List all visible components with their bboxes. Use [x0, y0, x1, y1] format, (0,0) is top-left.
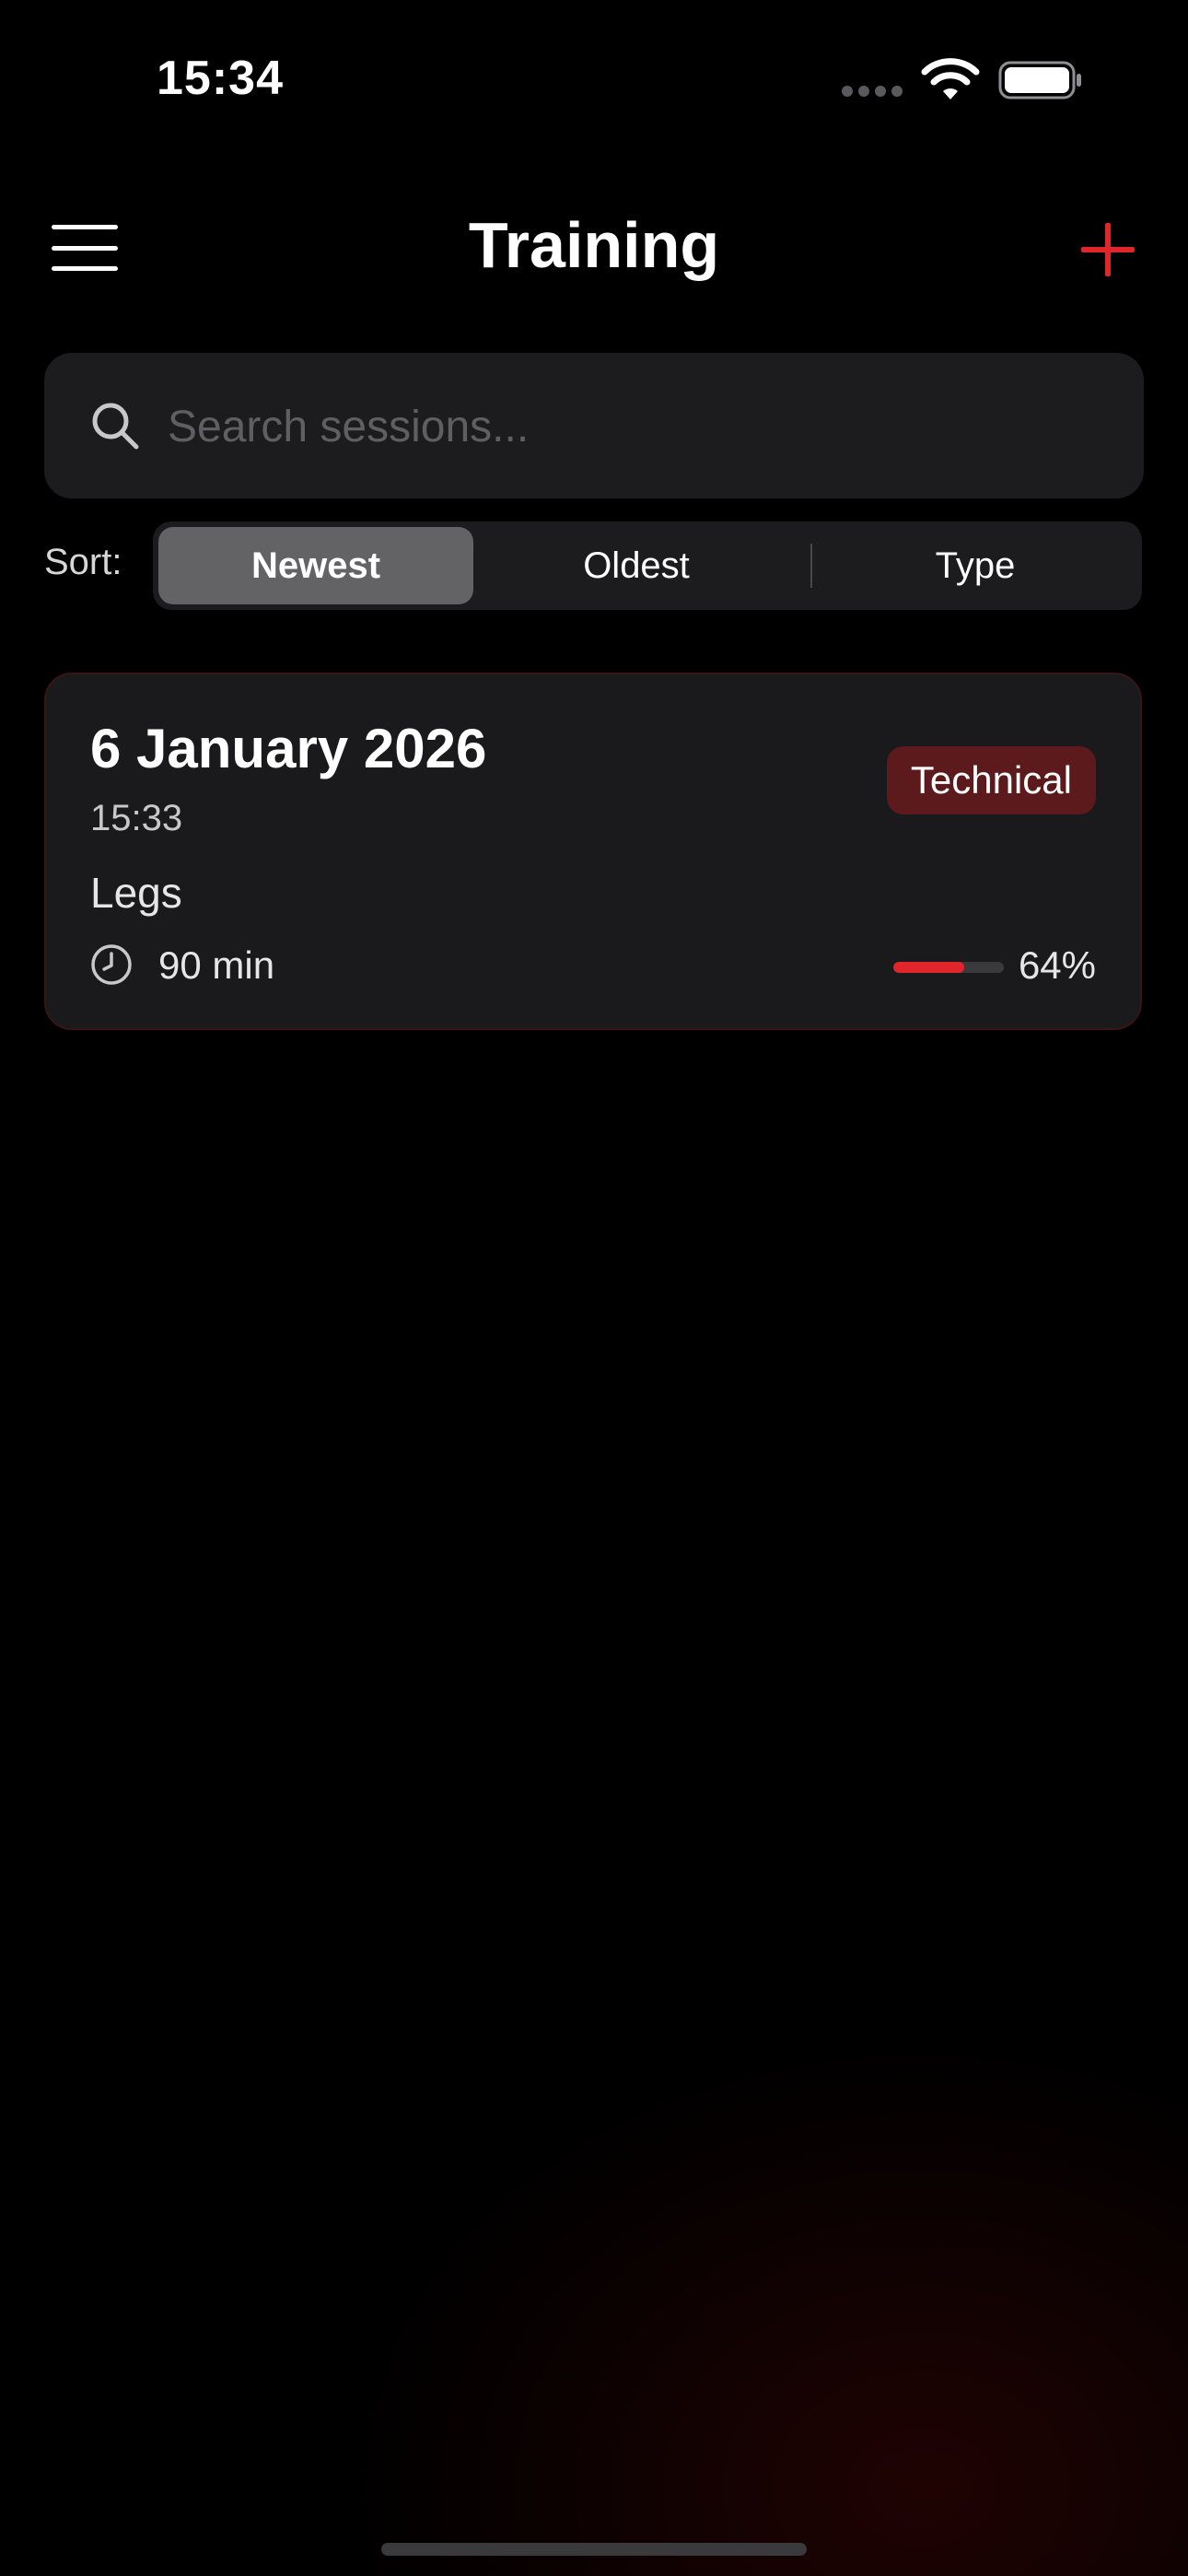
search-input[interactable] [166, 388, 1109, 465]
session-progress-bar [893, 962, 1004, 973]
session-type-badge: Technical [886, 746, 1096, 814]
page-title: Training [468, 209, 720, 281]
session-time: 15:33 [90, 798, 183, 838]
sort-option-type[interactable]: Type [814, 527, 1136, 604]
training-screen: 15:34 Training Sort: Newest Oldest [0, 0, 1188, 2576]
session-card[interactable]: 6 January 2026 15:33 Legs 90 min Technic… [44, 673, 1142, 1030]
wifi-icon [921, 58, 980, 100]
cellular-signal-icon [842, 86, 906, 99]
clock-icon [91, 944, 132, 985]
sort-option-newest[interactable]: Newest [158, 527, 473, 604]
session-duration: 90 min [158, 943, 275, 987]
sort-option-oldest[interactable]: Oldest [475, 527, 798, 604]
session-progress-percent: 64% [1018, 943, 1096, 987]
status-bar-time: 15:34 [157, 52, 284, 105]
sort-segmented-control: Newest Oldest Type [153, 521, 1142, 610]
session-focus: Legs [90, 869, 182, 917]
segment-divider [810, 544, 812, 588]
search-bar[interactable] [44, 353, 1144, 498]
session-progress-fill [893, 962, 964, 973]
sort-label: Sort: [44, 542, 122, 582]
session-date: 6 January 2026 [90, 718, 487, 779]
search-icon [92, 403, 139, 450]
add-session-button[interactable] [1079, 221, 1136, 278]
battery-icon [998, 61, 1081, 100]
home-indicator[interactable] [381, 2543, 807, 2556]
plus-icon [1081, 223, 1135, 276]
